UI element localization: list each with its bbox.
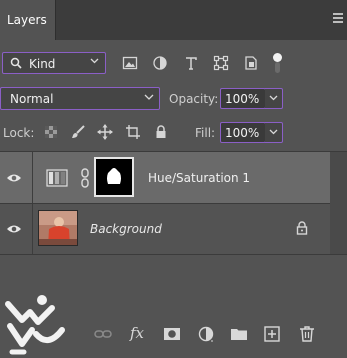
- search-icon: [10, 57, 22, 69]
- chain-link-icon[interactable]: [80, 168, 90, 188]
- chevron-down-icon: [269, 95, 278, 101]
- filter-toggle[interactable]: [272, 52, 284, 74]
- lock-transparent-pixels-icon[interactable]: [43, 124, 59, 140]
- opacity-dropdown-button[interactable]: [265, 88, 283, 109]
- visibility-divider: [32, 152, 33, 203]
- background-image-thumbnail[interactable]: [38, 210, 78, 246]
- new-layer-icon[interactable]: [263, 325, 281, 343]
- panel-menu-icon[interactable]: [333, 13, 343, 25]
- filter-kind-label: Kind: [29, 57, 56, 71]
- divider: [0, 254, 347, 255]
- photo-thumbnail-icon: [39, 211, 77, 245]
- chevron-down-icon: [144, 94, 154, 100]
- filter-toggle-knob: [273, 53, 282, 62]
- layer-style-fx-button[interactable]: fx: [130, 324, 144, 342]
- fill-dropdown-button[interactable]: [265, 122, 283, 143]
- opacity-input[interactable]: 100%: [220, 88, 266, 109]
- visibility-divider: [32, 204, 33, 254]
- tab-layers-label: Layers: [7, 13, 47, 27]
- new-adjustment-layer-icon[interactable]: [197, 325, 215, 343]
- layer-row-background[interactable]: Background: [0, 204, 330, 254]
- tab-layers[interactable]: Layers: [0, 0, 56, 40]
- fill-value: 100%: [225, 126, 260, 140]
- new-group-folder-icon[interactable]: [230, 325, 248, 343]
- smart-object-filter-icon[interactable]: [243, 55, 259, 71]
- filter-kind-select[interactable]: Kind: [2, 52, 106, 74]
- opacity-value: 100%: [225, 92, 260, 106]
- prevent-auto-nesting-icon[interactable]: [125, 124, 141, 140]
- lock-icon: [296, 221, 308, 235]
- layer-row-hue-saturation[interactable]: Hue/Saturation 1: [0, 152, 330, 203]
- fill-label: Fill:: [195, 126, 216, 140]
- lock-all-icon[interactable]: [153, 124, 169, 140]
- layer-name[interactable]: Hue/Saturation 1: [148, 171, 250, 185]
- scrollbar[interactable]: [330, 152, 347, 254]
- eye-icon[interactable]: [6, 223, 22, 235]
- type-layer-filter-icon[interactable]: [183, 55, 199, 71]
- mask-shape-icon: [107, 168, 121, 184]
- blend-mode-select[interactable]: Normal: [0, 87, 160, 110]
- blend-mode-value: Normal: [10, 92, 54, 106]
- hue-saturation-adjustment-icon: [46, 169, 68, 187]
- pixel-layer-filter-icon[interactable]: [122, 55, 138, 71]
- lock-position-icon[interactable]: [97, 124, 113, 140]
- watermark-logo: [5, 295, 65, 355]
- lock-label: Lock:: [3, 126, 35, 140]
- add-layer-mask-icon[interactable]: [163, 325, 181, 343]
- chevron-down-icon: [269, 129, 278, 135]
- fill-input[interactable]: 100%: [220, 122, 266, 143]
- lock-image-pixels-icon[interactable]: [70, 124, 86, 140]
- shape-layer-filter-icon[interactable]: [213, 55, 229, 71]
- layer-mask-thumbnail[interactable]: [94, 157, 134, 197]
- panel-tab-bar: Layers: [0, 0, 347, 40]
- opacity-label: Opacity:: [169, 92, 219, 106]
- eye-icon[interactable]: [6, 172, 22, 184]
- link-layers-icon[interactable]: [94, 325, 112, 343]
- delete-layer-trash-icon[interactable]: [298, 325, 316, 343]
- layer-name[interactable]: Background: [90, 222, 162, 236]
- chevron-down-icon: [90, 58, 99, 64]
- adjustment-layer-filter-icon[interactable]: [152, 55, 168, 71]
- filter-toggle-track: [275, 62, 280, 73]
